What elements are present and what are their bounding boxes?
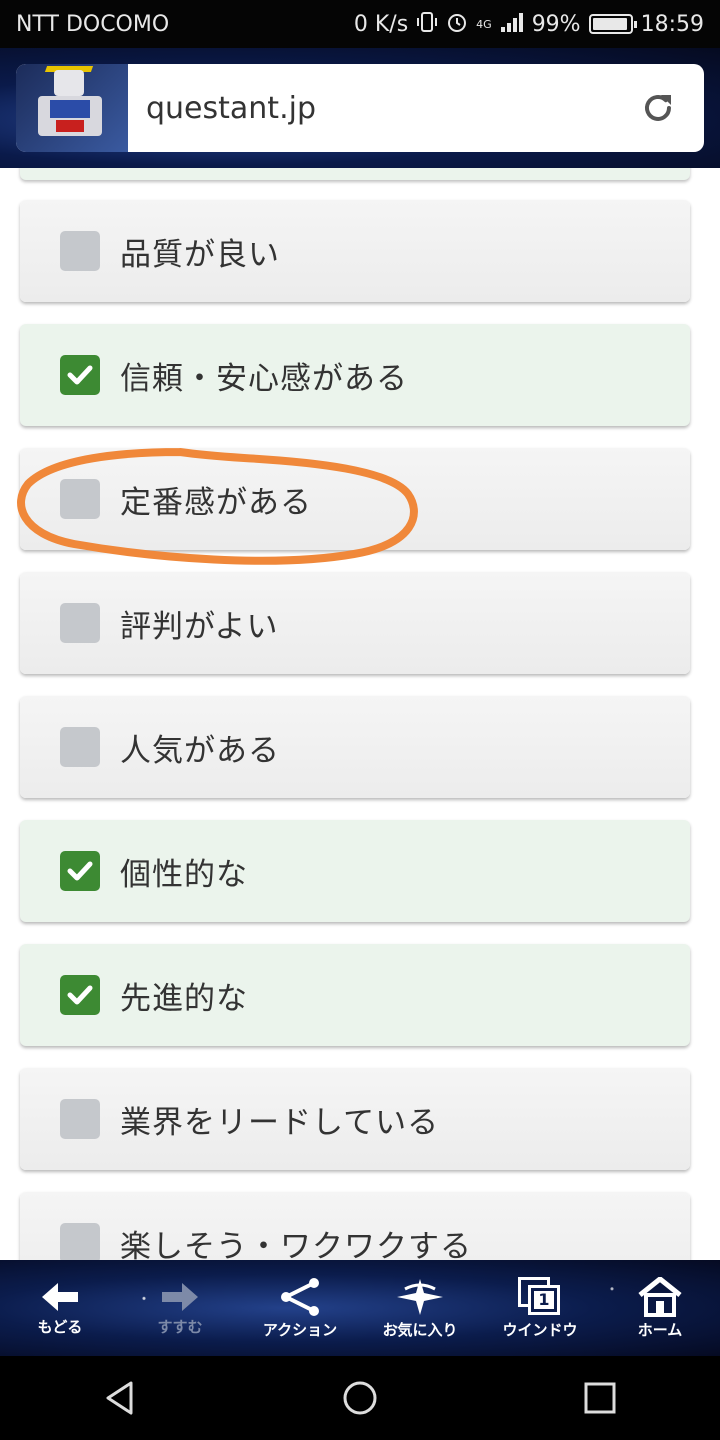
checkmark-icon [67,861,93,881]
favorites-label: お気に入り [382,1320,458,1339]
survey-content: 品質が良い 信頼・安心感がある 定番感がある 評判がよい 人気がある 個性的な … [0,168,720,1260]
checkmark-icon [67,365,93,385]
network-type: 4G [476,17,492,31]
forward-button[interactable]: すすむ [120,1260,240,1356]
home-label: ホーム [637,1320,683,1339]
option-label: 信頼・安心感がある [120,360,408,397]
option-label: 品質が良い [120,236,280,273]
window-button[interactable]: 1 ウインドウ [480,1260,600,1356]
option-5[interactable]: 個性的な [20,820,690,922]
option-label: 先進的な [120,980,248,1017]
checkbox[interactable] [60,1099,100,1139]
window-icon: 1 [518,1276,562,1317]
share-icon [281,1277,319,1316]
checkbox[interactable] [60,727,100,767]
url-text[interactable]: questant.jp [146,91,628,126]
battery-icon [588,14,637,34]
browser-header: questant.jp [0,48,720,168]
emblem-icon [397,1278,443,1315]
action-button[interactable]: アクション [240,1260,360,1356]
vibrate-icon [416,11,438,38]
address-bar[interactable]: questant.jp [16,64,704,152]
battery-percent: 99% [531,11,581,37]
back-button[interactable]: もどる [0,1260,120,1356]
option-label: 楽しそう・ワクワクする [120,1228,472,1261]
clock: 18:59 [640,11,704,37]
back-label: もどる [37,1317,83,1336]
option-8[interactable]: 楽しそう・ワクワクする [20,1192,690,1260]
checkmark-icon [67,985,93,1005]
favorites-button[interactable]: お気に入り [360,1260,480,1356]
reload-icon[interactable] [628,78,688,138]
option-3[interactable]: 評判がよい [20,572,690,674]
signal-icon [500,11,524,38]
window-label: ウインドウ [502,1320,578,1339]
checkbox[interactable] [60,231,100,271]
browser-toolbar: もどる すすむ アクション お気に入り 1 ウインドウ ホーム [0,1260,720,1356]
triangle-back-icon [106,1381,133,1415]
arrow-left-icon [42,1282,78,1311]
option-label: 業界をリードしている [120,1104,440,1141]
option-label: 個性的な [120,856,248,893]
nav-recents-button[interactable] [560,1368,640,1428]
option-label: 評判がよい [120,608,279,645]
option-4[interactable]: 人気がある [20,696,690,798]
option-6[interactable]: 先進的な [20,944,690,1046]
checkbox[interactable] [60,1223,100,1260]
home-icon [638,1276,682,1317]
status-bar: NTT DOCOMO 0 K/s 4G 99% 18:59 [0,0,720,48]
alarm-icon [446,11,468,38]
robot-logo[interactable] [16,64,128,152]
checkbox-checked[interactable] [60,975,100,1015]
window-count: 1 [534,1290,554,1309]
net-speed: 0 K/s [353,11,409,37]
option-1[interactable]: 信頼・安心感がある [20,324,690,426]
nav-home-button[interactable] [320,1368,400,1428]
option-card-partial[interactable] [20,168,690,180]
carrier-name: NTT DOCOMO [16,11,170,37]
checkbox[interactable] [60,603,100,643]
android-nav-bar [0,1356,720,1440]
forward-label: すすむ [157,1317,203,1336]
square-recents-icon [584,1382,616,1414]
nav-back-button[interactable] [80,1368,160,1428]
option-7[interactable]: 業界をリードしている [20,1068,690,1170]
orange-circle-annotation [17,448,418,565]
arrow-right-icon [162,1282,198,1311]
checkbox-checked[interactable] [60,851,100,891]
status-icons: 0 K/s 4G 99% 18:59 [354,11,704,38]
circle-home-icon [343,1381,377,1415]
action-label: アクション [262,1320,338,1339]
option-label: 人気がある [120,732,280,769]
checkbox-checked[interactable] [60,355,100,395]
option-0[interactable]: 品質が良い [20,200,690,302]
home-button[interactable]: ホーム [600,1260,720,1356]
